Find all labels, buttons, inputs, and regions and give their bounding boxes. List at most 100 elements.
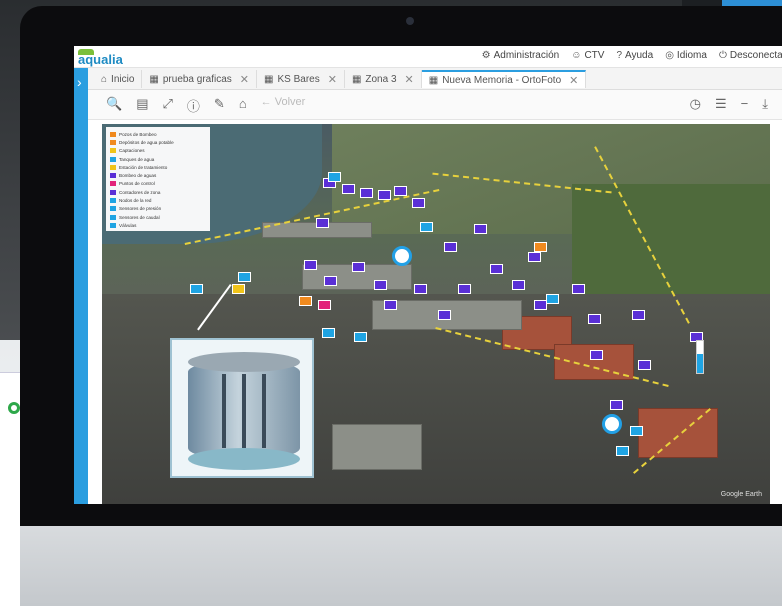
layers-icon[interactable]: ▤ xyxy=(136,96,148,115)
tab-nueva-memoria-ortofoto[interactable]: ▦ Nueva Memoria - OrtoFoto ✕ xyxy=(421,70,587,88)
power-icon: ⏻ xyxy=(718,50,727,61)
home-icon[interactable]: ⌂ xyxy=(239,96,247,115)
map-marker[interactable] xyxy=(458,284,471,294)
user-icon: ☺ xyxy=(571,50,582,61)
map-marker[interactable] xyxy=(632,310,645,320)
legend-swatch xyxy=(110,198,116,204)
download-icon[interactable]: ⤓ xyxy=(762,96,768,112)
map-marker-cyan[interactable] xyxy=(420,222,433,232)
map-marker[interactable] xyxy=(360,188,373,198)
monitor-chin xyxy=(20,526,782,606)
grid-icon: ▦ xyxy=(264,73,274,85)
app-logo[interactable]: aqualia xyxy=(78,49,123,67)
map-marker[interactable] xyxy=(414,284,427,294)
menu-item-ctv[interactable]: ☺ CTV xyxy=(571,50,604,61)
legend-item: Bombeo de aguas xyxy=(110,171,206,179)
map-marker-cyan[interactable] xyxy=(322,328,335,338)
close-icon[interactable]: ✕ xyxy=(240,73,249,86)
clock-icon[interactable]: ◷ xyxy=(690,96,701,112)
map-marker[interactable] xyxy=(342,184,355,194)
map-marker-cyan[interactable] xyxy=(630,426,643,436)
legend-item: Válvulas xyxy=(110,221,206,229)
camera-icon xyxy=(406,17,414,25)
legend-swatch xyxy=(110,131,116,137)
info-icon[interactable]: ⓘ xyxy=(187,96,200,115)
toolbar-left: 🔍 ▤ ⤢ ⓘ ✎ ⌂ ← Volver xyxy=(106,96,305,115)
fullscreen-icon[interactable]: ⤢ xyxy=(162,96,172,115)
menu-item-desconectar[interactable]: ⏻ Desconectar xyxy=(719,50,782,61)
map-marker[interactable] xyxy=(588,314,601,324)
map-marker[interactable] xyxy=(304,260,317,270)
map-marker[interactable] xyxy=(490,264,503,274)
map-marker[interactable] xyxy=(394,186,407,196)
map-marker[interactable] xyxy=(412,198,425,208)
map-marker[interactable] xyxy=(324,276,337,286)
map-marker[interactable] xyxy=(572,284,585,294)
map-marker[interactable] xyxy=(384,300,397,310)
map-marker-cyan[interactable] xyxy=(328,172,341,182)
map-marker[interactable] xyxy=(528,252,541,262)
menu-item-label: Idioma xyxy=(676,50,707,61)
close-icon[interactable]: ✕ xyxy=(569,74,578,87)
back-button[interactable]: ← Volver xyxy=(261,96,306,115)
map-marker[interactable] xyxy=(438,310,451,320)
menu-item-label: CTV xyxy=(584,50,605,61)
legend-label: Puntos de control xyxy=(119,181,155,187)
legend-item: Sensores de presión xyxy=(110,205,206,213)
menu-item-administraci-n[interactable]: ⚙ Administración xyxy=(482,50,560,61)
tank-detail-image[interactable] xyxy=(170,338,314,478)
close-icon[interactable]: ✕ xyxy=(328,73,337,86)
map-building xyxy=(332,424,422,470)
tab-ks-bares[interactable]: ▦ KS Bares ✕ xyxy=(257,70,345,88)
legend-item: Sensores de caudal xyxy=(110,213,206,221)
map-marker-cyan[interactable] xyxy=(190,284,203,294)
minus-icon[interactable]: − xyxy=(741,96,749,112)
map-legend: Pozos de Bombeo Depósitos de agua potable… xyxy=(106,127,210,231)
map-marker[interactable] xyxy=(512,280,525,290)
map-marker-cyan[interactable] xyxy=(546,294,559,304)
legend-swatch xyxy=(110,189,116,195)
legend-label: Bombeo de aguas xyxy=(119,173,157,179)
map-marker[interactable] xyxy=(374,280,387,290)
background-circle-icon xyxy=(8,402,20,414)
map-marker[interactable] xyxy=(378,190,391,200)
map-marker[interactable] xyxy=(352,262,365,272)
tank-water xyxy=(188,448,300,470)
expand-left-button[interactable]: › xyxy=(74,68,88,504)
map-marker-orange[interactable] xyxy=(534,242,547,252)
legend-label: Sensores de caudal xyxy=(119,214,160,220)
legend-label: Nodos de la red xyxy=(119,198,152,204)
list-icon[interactable]: ☰ xyxy=(715,96,727,112)
menu-item-idioma[interactable]: ◎ Idioma xyxy=(665,50,707,61)
tab-bar: ⌂ Inicio ▦ prueba graficas ✕ ▦ KS Bares ✕ ▦ Zona … xyxy=(74,68,782,90)
menu-item-ayuda[interactable]: ? Ayuda xyxy=(616,50,653,61)
map-location-pin[interactable] xyxy=(392,246,412,266)
map-location-pin[interactable] xyxy=(602,414,622,434)
tab-prueba-graficas[interactable]: ▦ prueba graficas ✕ xyxy=(142,70,258,88)
legend-swatch xyxy=(110,164,116,170)
edit-icon[interactable]: ✎ xyxy=(214,96,225,115)
grid-icon: ▦ xyxy=(428,74,439,86)
map-marker-pink[interactable] xyxy=(318,300,331,310)
tank-pillar xyxy=(242,374,246,448)
zoom-icon[interactable]: 🔍 xyxy=(106,96,122,115)
map-marker[interactable] xyxy=(474,224,487,234)
map-marker[interactable] xyxy=(316,218,329,228)
map-marker-yellow[interactable] xyxy=(232,284,245,294)
header-menu: ⚙ Administración ☺ CTV ? Ayuda ◎ Idioma ⏻ Descone… xyxy=(482,50,782,61)
legend-label: Tanques de agua xyxy=(119,156,155,162)
map-marker-cyan[interactable] xyxy=(238,272,251,282)
map-view[interactable]: Pozos de Bombeo Depósitos de agua potable… xyxy=(102,124,770,504)
tab-zona-3[interactable]: ▦ Zona 3 ✕ xyxy=(345,70,422,88)
map-marker[interactable] xyxy=(444,242,457,252)
map-marker-cyan[interactable] xyxy=(354,332,367,342)
legend-swatch xyxy=(110,222,116,228)
map-marker[interactable] xyxy=(590,350,603,360)
map-marker-cyan[interactable] xyxy=(616,446,629,456)
map-marker-orange[interactable] xyxy=(299,296,312,306)
map-marker[interactable] xyxy=(610,400,623,410)
map-marker[interactable] xyxy=(638,360,651,370)
close-icon[interactable]: ✕ xyxy=(405,73,414,86)
legend-item: Depósitos de agua potable xyxy=(110,138,206,146)
tab-inicio[interactable]: ⌂ Inicio xyxy=(94,70,143,88)
